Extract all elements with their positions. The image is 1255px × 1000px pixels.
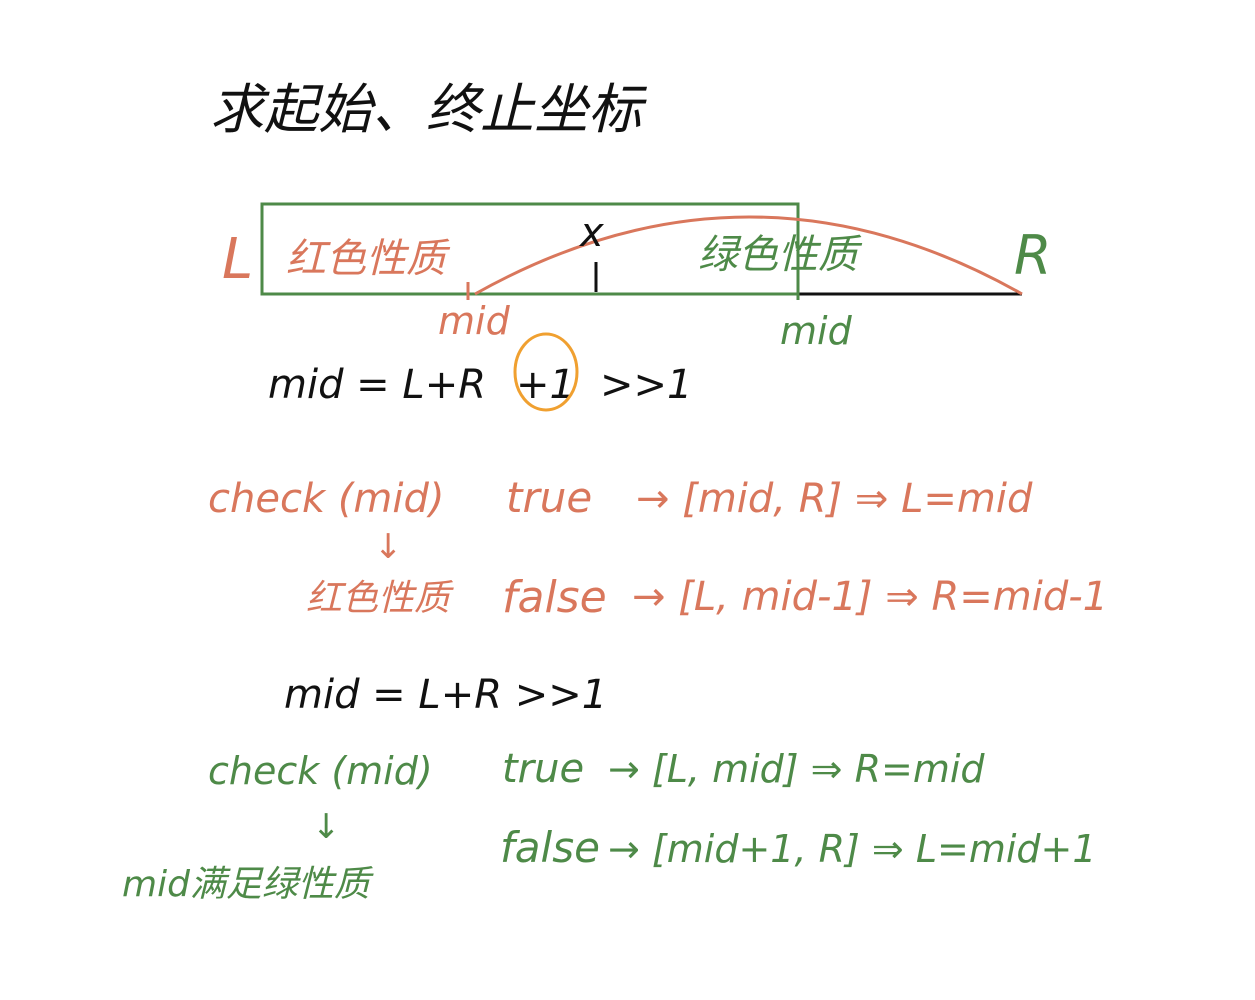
case2-true-result: → [L, mid] ⇒ R=mid bbox=[608, 747, 985, 791]
case1-false-result: → [L, mid-1] ⇒ R=mid-1 bbox=[632, 574, 1108, 620]
case2-note: mid满足绿性质 bbox=[122, 864, 374, 905]
case2-arrow: ↓ bbox=[312, 807, 341, 847]
left-label: L bbox=[222, 227, 253, 292]
page-title: 求起始、终止坐标 bbox=[210, 78, 648, 141]
binary-search-diagram: 求起始、终止坐标 L R 红色性质 绿色性质 x mid mid mid = L… bbox=[122, 78, 1108, 905]
case2-check: check (mid) bbox=[208, 749, 433, 793]
case2-false: false bbox=[500, 823, 600, 872]
case1-formula-prefix: mid = L+R bbox=[268, 362, 486, 408]
case2-true: true bbox=[502, 746, 584, 792]
right-label: R bbox=[1014, 224, 1052, 287]
red-region-label: 红色性质 bbox=[286, 236, 451, 282]
case1-arrow: ↓ bbox=[374, 527, 403, 567]
case1-false: false bbox=[502, 572, 607, 623]
case2-formula: mid = L+R >>1 bbox=[284, 672, 607, 718]
case1-formula-suffix: >>1 bbox=[600, 362, 692, 408]
green-region-label: 绿色性质 bbox=[698, 232, 863, 278]
case1-true: true bbox=[506, 473, 592, 522]
case1-note: 红色性质 bbox=[306, 578, 454, 619]
case1-true-result: → [mid, R] ⇒ L=mid bbox=[636, 476, 1033, 522]
case2-false-result: → [mid+1, R] ⇒ L=mid+1 bbox=[608, 827, 1097, 871]
green-mid-label: mid bbox=[780, 309, 853, 353]
x-label: x bbox=[578, 210, 604, 256]
red-mid-label: mid bbox=[438, 299, 511, 343]
case1-check: check (mid) bbox=[208, 476, 445, 522]
